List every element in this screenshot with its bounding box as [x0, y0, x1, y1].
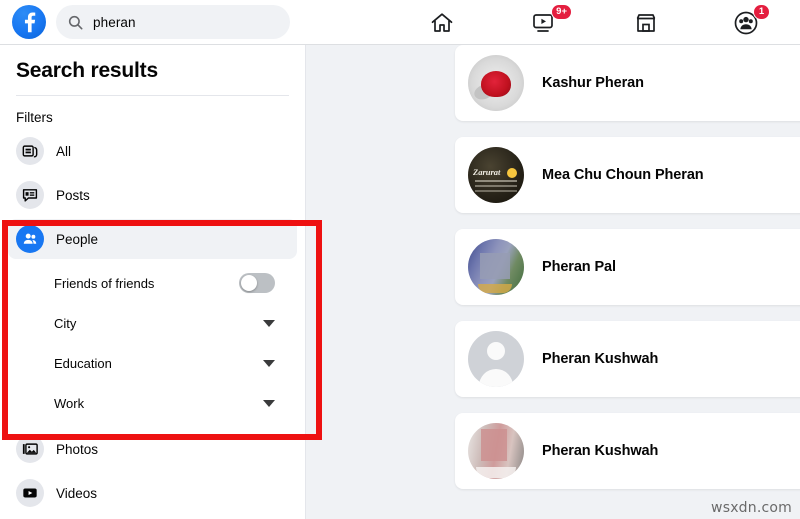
- people-icon: [16, 225, 44, 253]
- filter-city[interactable]: City: [8, 303, 297, 343]
- search-icon: [68, 15, 83, 30]
- sidebar-item-label: All: [56, 143, 72, 159]
- people-subfilters: Friends of friends City Education Work: [8, 263, 297, 423]
- home-icon[interactable]: [426, 7, 458, 39]
- sidebar-item-videos[interactable]: Videos: [8, 473, 297, 513]
- avatar: [468, 423, 524, 479]
- sidebar-item-all[interactable]: All: [8, 131, 297, 171]
- avatar: [468, 55, 524, 111]
- result-name: Mea Chu Choun Pheran: [542, 167, 704, 183]
- result-name: Pheran Pal: [542, 259, 616, 275]
- sidebar-item-people[interactable]: People: [8, 219, 297, 259]
- result-name: Pheran Kushwah: [542, 351, 659, 367]
- watch-badge: 9+: [551, 4, 572, 20]
- result-row[interactable]: Pheran Pal: [455, 229, 800, 305]
- watch-icon[interactable]: 9+: [528, 4, 572, 39]
- chevron-down-icon[interactable]: [263, 399, 275, 407]
- facebook-logo-icon[interactable]: [12, 5, 46, 39]
- sidebar-item-label: Posts: [56, 187, 90, 203]
- filters-heading: Filters: [16, 110, 53, 125]
- result-name: Kashur Pheran: [542, 75, 644, 91]
- sidebar-item-label: Photos: [56, 441, 99, 457]
- filter-label: City: [54, 315, 77, 331]
- result-row[interactable]: Pheran Kushwah: [455, 321, 800, 397]
- sidebar-item-label: Videos: [56, 485, 98, 501]
- result-row[interactable]: Kashur Pheran: [455, 45, 800, 121]
- filter-label: Friends of friends: [54, 275, 155, 291]
- all-icon: [16, 137, 44, 165]
- watermark: wsxdn.com: [711, 500, 792, 516]
- search-results-list: Kashur Pheran Zarurat Mea Chu Choun Pher…: [455, 45, 800, 505]
- avatar: [468, 239, 524, 295]
- posts-icon: [16, 181, 44, 209]
- facebook-search-page: pheran 9+ 1 Search results Filters All P…: [0, 0, 800, 519]
- nav-icon-group: 9+ 1: [400, 0, 800, 44]
- marketplace-icon[interactable]: [630, 7, 662, 39]
- filter-label: Education: [54, 355, 112, 371]
- search-input[interactable]: pheran: [56, 5, 290, 39]
- filter-friends-of-friends[interactable]: Friends of friends: [8, 263, 297, 303]
- groups-icon[interactable]: 1: [730, 4, 770, 39]
- chevron-down-icon[interactable]: [263, 319, 275, 327]
- result-name: Pheran Kushwah: [542, 443, 659, 459]
- top-header: pheran 9+ 1: [0, 0, 800, 45]
- groups-badge: 1: [753, 4, 770, 20]
- videos-icon: [16, 479, 44, 507]
- chevron-down-icon[interactable]: [263, 359, 275, 367]
- sidebar-item-label: People: [56, 231, 99, 247]
- friends-of-friends-toggle[interactable]: [239, 273, 275, 293]
- page-title: Search results: [16, 59, 158, 82]
- toggle-knob: [241, 275, 257, 291]
- filter-label: Work: [54, 395, 85, 411]
- filter-education[interactable]: Education: [8, 343, 297, 383]
- avatar: Zarurat: [468, 147, 524, 203]
- search-query-text: pheran: [93, 14, 136, 30]
- search-filters-sidebar: Search results Filters All Posts People …: [0, 45, 306, 519]
- result-row[interactable]: Zarurat Mea Chu Choun Pheran: [455, 137, 800, 213]
- filter-work[interactable]: Work: [8, 383, 297, 423]
- sidebar-item-posts[interactable]: Posts: [8, 175, 297, 215]
- photos-icon: [16, 435, 44, 463]
- result-row[interactable]: Pheran Kushwah: [455, 413, 800, 489]
- avatar: [468, 331, 524, 387]
- sidebar-item-photos[interactable]: Photos: [8, 429, 297, 469]
